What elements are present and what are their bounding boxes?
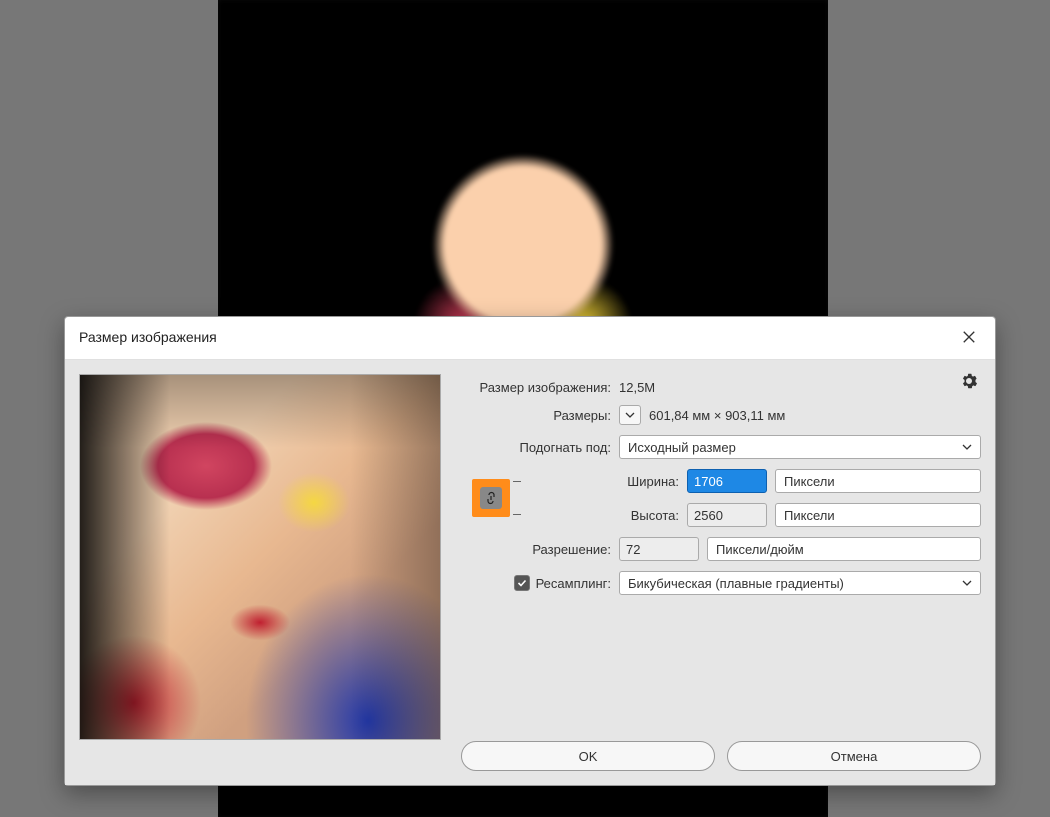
dimensions-unit-button[interactable]	[619, 405, 641, 425]
dialog-body: Размер изображения: 12,5M Размеры: 601,8…	[65, 360, 995, 785]
ok-button[interactable]: OK	[461, 741, 715, 771]
form-panel: Размер изображения: 12,5M Размеры: 601,8…	[461, 374, 981, 771]
resample-method-value: Бикубическая (плавные градиенты)	[628, 576, 844, 591]
height-input[interactable]	[687, 503, 767, 527]
close-icon	[962, 330, 976, 344]
width-input[interactable]	[687, 469, 767, 493]
dialog-title: Размер изображения	[79, 329, 217, 345]
resolution-unit-value: Пиксели/дюйм	[716, 542, 804, 557]
constrain-proportions[interactable]	[461, 469, 521, 527]
resolution-input[interactable]	[619, 537, 699, 561]
link-highlight	[472, 479, 510, 517]
fit-to-value: Исходный размер	[628, 440, 736, 455]
cancel-label: Отмена	[831, 749, 878, 764]
width-unit-select[interactable]: Пиксели	[775, 469, 981, 493]
dimensions-label: Размеры:	[461, 408, 611, 423]
width-unit-value: Пиксели	[784, 474, 835, 489]
gear-icon	[961, 373, 977, 389]
resolution-unit-select[interactable]: Пиксели/дюйм	[707, 537, 981, 561]
link-icon-button[interactable]	[480, 487, 502, 509]
height-label: Высота:	[529, 508, 679, 523]
image-size-label: Размер изображения:	[461, 380, 611, 395]
ok-label: OK	[579, 749, 598, 764]
resample-label: Ресамплинг:	[536, 576, 611, 591]
chevron-down-icon	[962, 578, 972, 588]
check-icon	[517, 578, 527, 588]
dimensions-value: 601,84 мм × 903,11 мм	[649, 408, 785, 423]
settings-menu-button[interactable]	[961, 373, 977, 392]
image-size-value: 12,5M	[619, 380, 655, 395]
chevron-down-icon	[625, 410, 635, 420]
preview-thumbnail	[79, 374, 441, 740]
width-label: Ширина:	[529, 474, 679, 489]
link-icon	[485, 491, 497, 505]
height-unit-value: Пиксели	[784, 508, 835, 523]
resample-checkbox[interactable]	[514, 575, 530, 591]
cancel-button[interactable]: Отмена	[727, 741, 981, 771]
resample-method-select[interactable]: Бикубическая (плавные градиенты)	[619, 571, 981, 595]
preview-image	[80, 375, 440, 739]
titlebar: Размер изображения	[65, 317, 995, 360]
resolution-label: Разрешение:	[461, 542, 611, 557]
chevron-down-icon	[962, 442, 972, 452]
image-size-dialog: Размер изображения Размер изображения: 1…	[64, 316, 996, 786]
fit-to-select[interactable]: Исходный размер	[619, 435, 981, 459]
fit-to-label: Подогнать под:	[461, 440, 611, 455]
height-unit-select[interactable]: Пиксели	[775, 503, 981, 527]
close-button[interactable]	[957, 325, 981, 349]
